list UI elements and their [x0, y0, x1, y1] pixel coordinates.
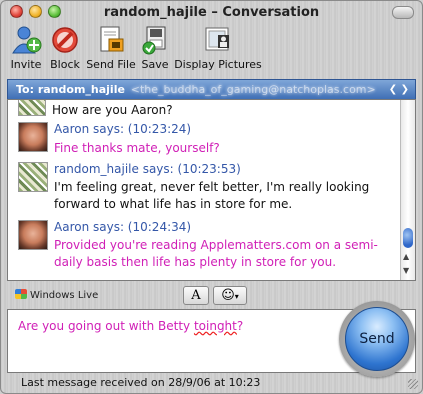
- invite-icon: [10, 25, 42, 55]
- recipient-label: To: random_hajile: [16, 83, 125, 96]
- title-bar: random_hajile – Conversation: [1, 1, 422, 23]
- windows-flag-icon: [15, 289, 27, 299]
- message-header: random_hajile says: (10:23:53): [54, 162, 241, 176]
- block-button[interactable]: Block: [45, 25, 85, 73]
- conversation-history[interactable]: How are you Aaron? Aaron says: (10:23:24…: [7, 99, 416, 281]
- window-title: random_hajile – Conversation: [103, 5, 320, 20]
- windows-live-logo: Windows Live: [15, 289, 98, 301]
- toolbar: Invite Block Send File Save Display Pict…: [7, 25, 263, 73]
- status-text: Last message received on 28/9/06 at 10:2…: [21, 376, 261, 389]
- scroll-thumb[interactable]: [403, 228, 413, 248]
- recipient-email: <the_buddha_of_gaming@natchoplas.com>: [130, 83, 376, 96]
- send-file-label: Send File: [86, 58, 136, 71]
- display-pictures-label: Display Pictures: [174, 58, 262, 71]
- message-text: Provided you're reading Applematters.com…: [54, 238, 378, 269]
- compose-text-end: ?: [236, 319, 244, 333]
- conversation-scrollbar[interactable]: ▲ ▼: [400, 100, 415, 280]
- avatar: [18, 122, 48, 152]
- send-button-bezel: Send: [339, 301, 415, 377]
- save-button[interactable]: Save: [137, 25, 173, 73]
- block-label: Block: [50, 58, 80, 71]
- save-icon: [139, 25, 171, 55]
- resize-grip[interactable]: [408, 379, 418, 389]
- avatar: [18, 100, 46, 116]
- scroll-up-icon[interactable]: ▲: [403, 252, 409, 261]
- message-text: How are you Aaron?: [52, 103, 173, 117]
- invite-button[interactable]: Invite: [7, 25, 45, 73]
- send-button[interactable]: Send: [345, 307, 409, 371]
- block-icon: [49, 25, 81, 55]
- message-input-value: Are you going out with Betty toinght?: [18, 319, 243, 333]
- message-header: Aaron says: (10:24:34): [54, 220, 192, 234]
- message-text: Fine thanks mate, yourself?: [54, 141, 220, 155]
- compose-text: Are you going out with Betty: [18, 319, 194, 333]
- message-header: Aaron says: (10:23:24): [54, 122, 192, 136]
- display-pictures-button[interactable]: Display Pictures: [173, 25, 263, 73]
- avatar: [18, 220, 48, 250]
- message-text: I'm feeling great, never felt better, I'…: [54, 180, 370, 211]
- recipient-arrows[interactable]: ❮ ❯: [389, 80, 409, 99]
- avatar: [18, 162, 48, 192]
- display-pictures-icon: [202, 25, 234, 55]
- misspelled-word: toinght: [193, 319, 237, 333]
- emoticon-icon: ☺: [221, 288, 235, 303]
- recipient-bar: To: random_hajile <the_buddha_of_gaming@…: [7, 79, 416, 99]
- send-file-button[interactable]: Send File: [85, 25, 137, 73]
- save-label: Save: [141, 58, 169, 71]
- format-bar: Windows Live A ☺▾: [7, 285, 416, 307]
- conversation-window: random_hajile – Conversation Invite Bloc…: [0, 0, 423, 394]
- send-file-icon: [95, 25, 127, 55]
- chevron-down-icon: ▾: [234, 292, 239, 301]
- toolbar-toggle-button[interactable]: [392, 6, 414, 19]
- emoticon-button[interactable]: ☺▾: [213, 286, 247, 305]
- font-button[interactable]: A: [183, 286, 209, 305]
- invite-label: Invite: [10, 58, 42, 71]
- windows-live-text: Windows Live: [30, 290, 99, 301]
- scroll-down-icon[interactable]: ▼: [403, 266, 409, 275]
